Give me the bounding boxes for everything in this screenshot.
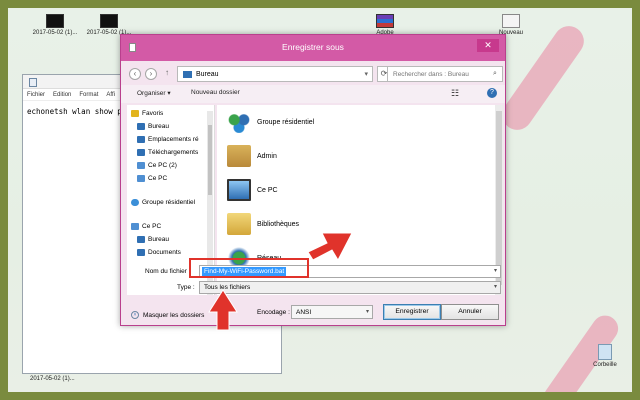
list-item-bibliotheques[interactable]: Bibliothèques bbox=[227, 213, 299, 235]
menu-edition[interactable]: Edition bbox=[53, 92, 71, 98]
address-bar[interactable]: Bureau ▾ bbox=[177, 66, 373, 82]
desktop-caption: 2017-05-02 (1)... bbox=[30, 376, 75, 382]
chevron-down-icon: ▾ bbox=[365, 309, 369, 315]
type-label: Type : bbox=[177, 284, 195, 291]
desktop-icon-screenshot-2[interactable]: 2017-05-02 (1)... bbox=[84, 14, 134, 36]
nav-telechargements[interactable]: Téléchargements bbox=[137, 149, 198, 156]
save-as-dialog: Enregistrer sous ✕ ‹ › ↑ Bureau ▾ ⟳ ⌕ Or… bbox=[120, 34, 506, 326]
nav-ce-pc-2[interactable]: Ce PC (2) bbox=[137, 162, 177, 169]
help-icon[interactable]: ? bbox=[487, 88, 497, 98]
nav-pc-bureau[interactable]: Bureau bbox=[137, 236, 169, 243]
computer-icon bbox=[137, 175, 145, 182]
nav-ce-pc[interactable]: Ce PC bbox=[131, 223, 161, 230]
nav-bureau[interactable]: Bureau bbox=[137, 123, 169, 130]
document-icon bbox=[502, 14, 520, 28]
list-item-groupe-residentiel[interactable]: Groupe résidentiel bbox=[227, 111, 314, 133]
homegroup-icon bbox=[227, 111, 251, 133]
close-button[interactable]: ✕ bbox=[477, 39, 499, 52]
desktop-icon-screenshot-1[interactable]: 2017-05-02 (1)... bbox=[30, 14, 80, 36]
list-item-admin[interactable]: Admin bbox=[227, 145, 277, 167]
hide-folders-toggle[interactable]: ˄ Masquer les dossiers bbox=[131, 311, 204, 319]
chevron-down-icon[interactable]: ▾ bbox=[494, 267, 497, 274]
file-type-value: Tous les fichiers bbox=[204, 284, 251, 291]
wallpaper-streak bbox=[496, 20, 590, 136]
folder-icon bbox=[137, 123, 145, 130]
encoding-select[interactable]: ANSI ▾ bbox=[291, 305, 373, 319]
filename-highlight-box bbox=[189, 258, 309, 278]
chevron-down-icon[interactable]: ▾ bbox=[364, 70, 368, 78]
desktop-icon-recycle-bin[interactable]: Corbeille bbox=[580, 344, 630, 368]
computer-icon bbox=[131, 223, 139, 230]
cancel-button[interactable]: Annuler bbox=[441, 304, 499, 320]
homegroup-icon bbox=[131, 199, 139, 206]
libraries-icon bbox=[227, 213, 251, 235]
desktop-icon-adobe[interactable]: Adobe bbox=[360, 14, 410, 36]
file-type-select[interactable]: Tous les fichiers ▾ bbox=[199, 281, 501, 294]
folder-icon bbox=[137, 249, 145, 256]
computer-icon bbox=[227, 179, 251, 201]
nav-favoris[interactable]: Favoris bbox=[131, 110, 163, 117]
up-button[interactable]: ↑ bbox=[161, 68, 173, 80]
winrar-icon bbox=[376, 14, 394, 28]
organize-button[interactable]: Organiser ▾ bbox=[137, 89, 171, 97]
new-folder-button[interactable]: Nouveau dossier bbox=[191, 89, 240, 96]
menu-affichage[interactable]: Affi bbox=[106, 92, 115, 98]
menu-fichier[interactable]: Fichier bbox=[27, 92, 45, 98]
save-button[interactable]: Enregistrer bbox=[383, 304, 441, 320]
download-folder-icon bbox=[137, 149, 145, 156]
file-list-scroll-thumb[interactable] bbox=[496, 111, 502, 285]
list-item-ce-pc[interactable]: Ce PC bbox=[227, 179, 278, 201]
filename-label: Nom du fichier : bbox=[145, 268, 191, 275]
folder-icon bbox=[183, 70, 192, 78]
menu-format[interactable]: Format bbox=[79, 92, 98, 98]
star-icon bbox=[131, 110, 139, 117]
back-button[interactable]: ‹ bbox=[129, 68, 141, 80]
search-input[interactable] bbox=[393, 70, 493, 78]
address-row: ‹ › ↑ Bureau ▾ ⟳ ⌕ bbox=[127, 65, 503, 83]
search-box[interactable]: ⌕ bbox=[387, 66, 503, 82]
chevron-down-icon[interactable]: ▾ bbox=[494, 283, 497, 290]
nav-groupe-residentiel[interactable]: Groupe résidentiel bbox=[131, 199, 195, 206]
nav-ce-pc-fav[interactable]: Ce PC bbox=[137, 175, 167, 182]
dialog-toolbar: Organiser ▾ Nouveau dossier ☷ ? bbox=[121, 85, 505, 103]
user-folder-icon bbox=[227, 145, 251, 167]
computer-icon bbox=[137, 162, 145, 169]
dialog-titlebar[interactable]: Enregistrer sous ✕ bbox=[121, 35, 505, 61]
encoding-label: Encodage : bbox=[257, 309, 290, 316]
search-icon[interactable]: ⌕ bbox=[493, 70, 497, 78]
recycle-bin-icon bbox=[598, 344, 612, 360]
forward-button[interactable]: › bbox=[145, 68, 157, 80]
notepad-icon bbox=[29, 78, 37, 87]
folder-icon bbox=[137, 236, 145, 243]
desktop-icon-nouveau[interactable]: Nouveau bbox=[486, 14, 536, 36]
image-file-icon bbox=[100, 14, 118, 28]
dialog-title: Enregistrer sous bbox=[282, 42, 344, 52]
nav-pc-documents[interactable]: Documents bbox=[137, 249, 181, 256]
view-options-icon[interactable]: ☷ bbox=[451, 88, 462, 98]
image-file-icon bbox=[46, 14, 64, 28]
nav-emplacements[interactable]: Emplacements ré bbox=[137, 136, 199, 143]
nav-scroll-thumb[interactable] bbox=[208, 125, 212, 195]
chevron-up-icon: ˄ bbox=[131, 311, 139, 319]
address-text: Bureau bbox=[196, 70, 219, 78]
folder-icon bbox=[137, 136, 145, 143]
encoding-value: ANSI bbox=[296, 309, 312, 316]
